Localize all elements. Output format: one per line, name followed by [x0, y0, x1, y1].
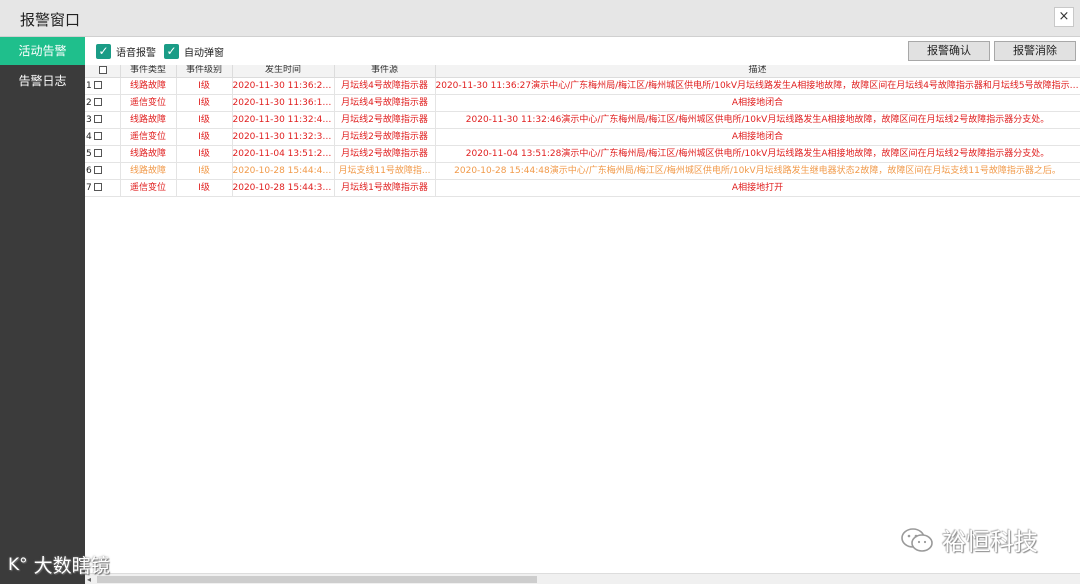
- row-number-cell: 1: [85, 77, 121, 95]
- event-level-cell: I级: [176, 145, 233, 163]
- voice-alarm-label: 语音报警: [116, 47, 156, 59]
- select-all-checkbox[interactable]: [99, 65, 108, 74]
- event-time-cell: 2020-11-30 11:32:46...: [232, 111, 335, 129]
- event-description-cell: 2020-11-30 11:32:46演示中心/广东梅州局/梅江区/梅州城区供电…: [435, 111, 1080, 129]
- toolbar: ✓ 语音报警 ✓ 自动弹窗 报警确认 报警消除: [85, 37, 1080, 65]
- table-row[interactable]: 7 遥信变位 I级 2020-10-28 15:44:38... 月坛线1号故障…: [85, 179, 1080, 197]
- column-header-description[interactable]: 描述: [435, 65, 1080, 78]
- alarm-clear-button[interactable]: 报警消除: [994, 41, 1076, 61]
- event-level-cell: I级: [176, 128, 233, 146]
- column-header-source[interactable]: 事件源: [334, 65, 436, 78]
- check-icon: ✓: [164, 43, 179, 59]
- event-source-cell: 月坛线1号故障指示器: [334, 179, 436, 197]
- event-description-cell: 2020-11-04 13:51:28演示中心/广东梅州局/梅江区/梅州城区供电…: [435, 145, 1080, 163]
- row-checkbox[interactable]: [93, 166, 102, 174]
- auto-popup-checkbox[interactable]: ✓ 自动弹窗: [164, 42, 224, 60]
- table-row[interactable]: 4 遥信变位 I级 2020-11-30 11:32:36... 月坛线2号故障…: [85, 128, 1080, 146]
- event-type-cell: 线路故障: [120, 145, 177, 163]
- row-number-cell: 4: [85, 128, 121, 146]
- site-watermark: K° 大数瞎镜: [8, 551, 110, 578]
- alarm-window: 报警窗口 × 活动告警 告警日志 ✓ 语音报警 ✓ 自动弹窗 报警确认 报警消除: [0, 0, 1080, 584]
- event-source-cell: 月坛线4号故障指示器: [334, 94, 436, 112]
- brand-watermark-text: 裕恒科技: [942, 528, 1038, 556]
- table-row[interactable]: 6 线路故障 I级 2020-10-28 15:44:48... 月坛支线11号…: [85, 162, 1080, 180]
- event-level-cell: I级: [176, 94, 233, 112]
- row-checkbox[interactable]: [93, 132, 102, 140]
- event-time-cell: 2020-11-30 11:36:27...: [232, 77, 335, 95]
- event-type-cell: 线路故障: [120, 162, 177, 180]
- event-source-cell: 月坛支线11号故障指...: [334, 162, 436, 180]
- voice-alarm-checkbox[interactable]: ✓ 语音报警: [96, 42, 156, 60]
- horizontal-scrollbar[interactable]: ◂: [85, 573, 1080, 584]
- event-description-cell: A相接地打开: [435, 179, 1080, 197]
- site-watermark-text: 大数瞎镜: [33, 555, 110, 577]
- event-time-cell: 2020-10-28 15:44:48...: [232, 162, 335, 180]
- event-type-cell: 遥信变位: [120, 179, 177, 197]
- column-header-level[interactable]: 事件级别: [176, 65, 233, 78]
- event-time-cell: 2020-10-28 15:44:38...: [232, 179, 335, 197]
- site-logo-icon: K°: [8, 554, 28, 575]
- event-level-cell: I级: [176, 111, 233, 129]
- wechat-icon: [901, 527, 933, 552]
- event-description-cell: 2020-10-28 15:44:48演示中心/广东梅州局/梅江区/梅州城区供电…: [435, 162, 1080, 180]
- row-number-cell: 5: [85, 145, 121, 163]
- window-title: 报警窗口: [20, 11, 81, 29]
- row-checkbox[interactable]: [93, 183, 102, 191]
- alarm-confirm-button[interactable]: 报警确认: [908, 41, 990, 61]
- event-type-cell: 遥信变位: [120, 128, 177, 146]
- event-level-cell: I级: [176, 77, 233, 95]
- sidebar-item-alarm-log[interactable]: 告警日志: [0, 67, 85, 95]
- sidebar-item-active-alarms[interactable]: 活动告警: [0, 37, 85, 65]
- row-number-cell: 7: [85, 179, 121, 197]
- event-source-cell: 月坛线2号故障指示器: [334, 145, 436, 163]
- event-description-cell: A相接地闭合: [435, 94, 1080, 112]
- table-row[interactable]: 5 线路故障 I级 2020-11-04 13:51:28... 月坛线2号故障…: [85, 145, 1080, 163]
- alarm-table: 事件类型 事件级别 发生时间 事件源 描述 1 线路故障 I级 2020-11-…: [85, 65, 1080, 197]
- row-number-cell: 6: [85, 162, 121, 180]
- brand-watermark: 裕恒科技: [900, 522, 1038, 557]
- event-description-cell: A相接地闭合: [435, 128, 1080, 146]
- sidebar: 活动告警 告警日志: [0, 37, 85, 584]
- row-number-cell: 2: [85, 94, 121, 112]
- column-header-time[interactable]: 发生时间: [232, 65, 335, 78]
- main-panel: ✓ 语音报警 ✓ 自动弹窗 报警确认 报警消除 事件类型 事件级别 发生时间 事…: [85, 37, 1080, 584]
- event-type-cell: 线路故障: [120, 77, 177, 95]
- table-row[interactable]: 2 遥信变位 I级 2020-11-30 11:36:17... 月坛线4号故障…: [85, 94, 1080, 112]
- row-checkbox[interactable]: [93, 115, 102, 123]
- column-header-type[interactable]: 事件类型: [120, 65, 177, 78]
- event-source-cell: 月坛线2号故障指示器: [334, 128, 436, 146]
- event-level-cell: I级: [176, 162, 233, 180]
- row-checkbox[interactable]: [93, 81, 102, 89]
- event-time-cell: 2020-11-30 11:36:17...: [232, 94, 335, 112]
- event-type-cell: 线路故障: [120, 111, 177, 129]
- event-description-cell: 2020-11-30 11:36:27演示中心/广东梅州局/梅江区/梅州城区供电…: [435, 77, 1080, 95]
- event-type-cell: 遥信变位: [120, 94, 177, 112]
- event-source-cell: 月坛线4号故障指示器: [334, 77, 436, 95]
- row-number-cell: 3: [85, 111, 121, 129]
- event-level-cell: I级: [176, 179, 233, 197]
- select-all-header[interactable]: [85, 65, 121, 78]
- close-icon[interactable]: ×: [1054, 7, 1074, 27]
- table-row[interactable]: 1 线路故障 I级 2020-11-30 11:36:27... 月坛线4号故障…: [85, 77, 1080, 95]
- scrollbar-thumb[interactable]: [97, 576, 537, 583]
- row-checkbox[interactable]: [93, 149, 102, 157]
- event-time-cell: 2020-11-30 11:32:36...: [232, 128, 335, 146]
- event-time-cell: 2020-11-04 13:51:28...: [232, 145, 335, 163]
- row-checkbox[interactable]: [93, 98, 102, 106]
- table-row[interactable]: 3 线路故障 I级 2020-11-30 11:32:46... 月坛线2号故障…: [85, 111, 1080, 129]
- auto-popup-label: 自动弹窗: [184, 47, 224, 59]
- check-icon: ✓: [96, 43, 111, 59]
- table-header-row: 事件类型 事件级别 发生时间 事件源 描述: [85, 65, 1080, 78]
- event-source-cell: 月坛线2号故障指示器: [334, 111, 436, 129]
- title-bar: 报警窗口 ×: [0, 0, 1080, 37]
